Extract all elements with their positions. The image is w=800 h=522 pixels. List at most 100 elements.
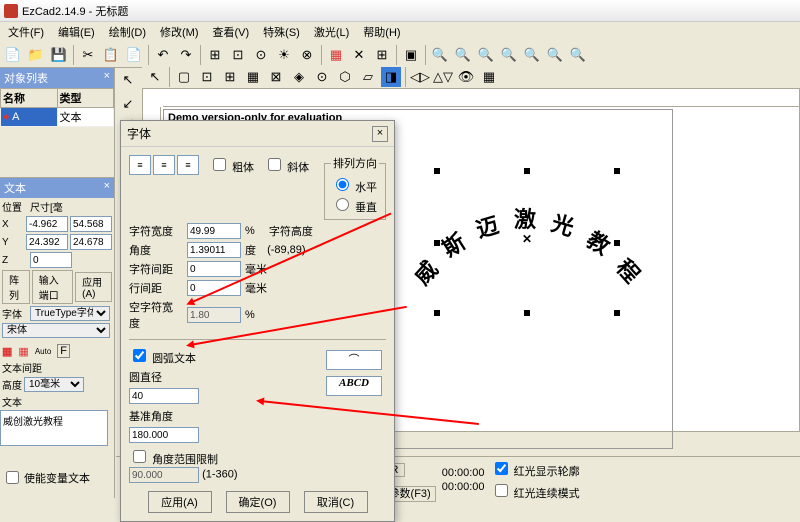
cut-icon[interactable]: ✂ [77,44,99,66]
base-angle-input[interactable] [129,427,199,443]
size-h-input[interactable] [70,234,112,250]
mirror-v-icon[interactable]: △▽ [432,66,454,88]
dialog-title-bar[interactable]: 字体 × [121,121,394,147]
vert-radio[interactable]: 垂直 [331,202,377,214]
tool-6-icon[interactable]: ✕ [348,44,370,66]
dialog-close-button[interactable]: × [372,126,388,142]
diameter-input[interactable] [129,388,199,404]
node-icon[interactable]: ↙ [116,92,140,116]
close-icon[interactable]: × [104,180,110,196]
align-left-icon[interactable]: ≡ [129,155,151,175]
angle-limit-checkbox[interactable]: 角度范围限制 [129,454,218,466]
menu-file[interactable]: 文件(F) [2,22,50,42]
dlg-ok-button[interactable]: 确定(O) [226,491,290,513]
hatch-icon[interactable]: ▦ [325,44,347,66]
tool-4-icon[interactable]: ☀ [273,44,295,66]
new-icon[interactable]: 📄 [2,44,24,66]
arc-text-object[interactable]: 威 斯 迈 激 光 教 程 [404,200,664,320]
arc-style-1-icon[interactable]: ⌒ [326,350,382,370]
size-w-input[interactable] [70,216,112,232]
redo-icon[interactable]: ↷ [175,44,197,66]
pointer-icon[interactable]: ↖ [116,68,140,92]
menu-modify[interactable]: 修改(M) [154,22,205,42]
tool-3-icon[interactable]: ⊙ [250,44,272,66]
char-width-input[interactable] [187,223,241,239]
tool-5-icon[interactable]: ⊗ [296,44,318,66]
tool-1-icon[interactable]: ⊞ [204,44,226,66]
red-outline-checkbox[interactable]: 红光显示轮廓 [491,459,580,479]
text-content-input[interactable]: 威创激光教程 [0,410,108,446]
bold-checkbox[interactable]: 粗体 [209,155,254,175]
textpanel-header: 文本× [0,178,114,198]
height-select[interactable]: 10毫米 [24,377,84,392]
menu-bar: 文件(F) 编辑(E) 绘制(D) 修改(M) 查看(V) 特殊(S) 激光(L… [0,22,800,42]
undo-icon[interactable]: ↶ [152,44,174,66]
tool-7-icon[interactable]: ⊞ [371,44,393,66]
arc-text-checkbox[interactable]: 圆弧文本 [129,353,196,365]
font-type-select[interactable]: TrueType字体-301 [30,306,110,321]
array-button[interactable]: 阵列 [2,270,30,304]
shape-5-icon[interactable]: ⊠ [265,66,287,88]
hatch2-icon[interactable]: ▦ [18,345,28,358]
ruler-horizontal [163,89,799,107]
save-icon[interactable]: 💾 [48,44,70,66]
align-center-icon[interactable]: ≡ [153,155,175,175]
close-icon[interactable]: × [104,70,110,86]
zoom-in-icon[interactable]: 🔍 [452,44,474,66]
menu-special[interactable]: 特殊(S) [257,22,306,42]
angle-limit-input [129,467,199,483]
menu-laser[interactable]: 激光(L) [308,22,355,42]
horiz-radio[interactable]: 水平 [331,182,377,194]
shape-2-icon[interactable]: ⊡ [196,66,218,88]
auto-icon[interactable]: Auto [35,347,51,356]
paste-icon[interactable]: 📄 [123,44,145,66]
shape-7-icon[interactable]: ⊙ [311,66,333,88]
variable-text-checkbox[interactable] [6,471,19,484]
apply-button[interactable]: 应用(A) [75,272,112,302]
select-icon[interactable]: ↖ [144,66,166,88]
italic-checkbox[interactable]: 斜体 [264,155,309,175]
pos-y-input[interactable] [26,234,68,250]
pos-z-input[interactable] [30,252,72,268]
dlg-cancel-button[interactable]: 取消(C) [304,491,368,513]
menu-draw[interactable]: 绘制(D) [103,22,152,42]
shape-6-icon[interactable]: ◈ [288,66,310,88]
align-right-icon[interactable]: ≡ [177,155,199,175]
zoom-ext-icon[interactable]: 🔍 [567,44,589,66]
object-table[interactable]: 名称类型 ● A文本 [0,88,114,127]
inport-button[interactable]: 输入端口 [32,270,73,304]
shape-3-icon[interactable]: ⊞ [219,66,241,88]
pos-x-input[interactable] [26,216,68,232]
zoom-sel-icon[interactable]: 🔍 [544,44,566,66]
mirror-h-icon[interactable]: ◁▷ [409,66,431,88]
left-panel: 对象列表 × 名称类型 ● A文本 文本× 位置尺寸[毫 X Y Z 阵列 输入… [0,68,115,498]
preview-box: ABCD [326,376,382,396]
eye-icon[interactable]: 👁 [455,66,477,88]
zoom-all-icon[interactable]: 🔍 [521,44,543,66]
menu-view[interactable]: 查看(V) [207,22,256,42]
red-continuous-checkbox[interactable]: 红光连续模式 [491,481,580,501]
tool-2-icon[interactable]: ⊡ [227,44,249,66]
hatch-icon[interactable]: ▦ [2,345,12,358]
menu-edit[interactable]: 编辑(E) [52,22,101,42]
font-dialog: 字体 × ≡ ≡ ≡ 粗体 斜体 排列方向 水平 垂直 字符宽度% 字符高度 角… [120,120,395,522]
char-sp-input[interactable] [187,261,241,277]
shape-10-icon[interactable]: ◨ [380,66,402,88]
shape-9-icon[interactable]: ▱ [357,66,379,88]
shape-4-icon[interactable]: ▦ [242,66,264,88]
dlg-apply-button[interactable]: 应用(A) [148,491,212,513]
shape-1-icon[interactable]: ▢ [173,66,195,88]
angle-input[interactable] [187,242,241,258]
zoom-icon[interactable]: 🔍 [429,44,451,66]
copy-icon[interactable]: 📋 [100,44,122,66]
font-dlg-button[interactable]: F [57,344,70,358]
open-icon[interactable]: 📁 [25,44,47,66]
zoom-out-icon[interactable]: 🔍 [475,44,497,66]
tool-8-icon[interactable]: ▣ [400,44,422,66]
shape-8-icon[interactable]: ⬡ [334,66,356,88]
objlist-header: 对象列表 × [0,68,114,88]
menu-help[interactable]: 帮助(H) [357,22,406,42]
zoom-fit-icon[interactable]: 🔍 [498,44,520,66]
lock-icon[interactable]: ▦ [478,66,500,88]
font-name-select[interactable]: 宋体 [2,323,110,338]
